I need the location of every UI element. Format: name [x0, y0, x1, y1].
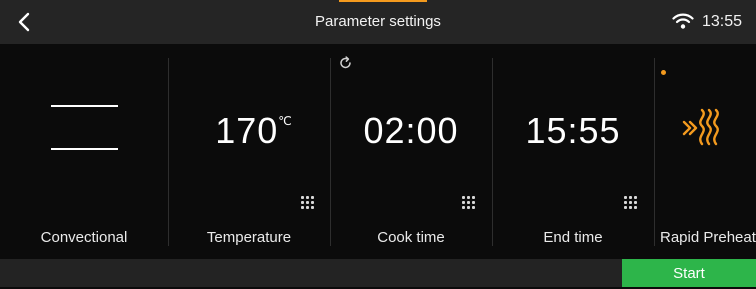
top-accent-line [339, 0, 427, 2]
temperature-value: 170 [215, 110, 279, 151]
cook-time-panel[interactable]: 02:00 Cook time [330, 44, 492, 259]
end-time-label: End time [543, 229, 603, 246]
convection-mode-icon [51, 105, 118, 150]
cook-time-keypad-icon[interactable] [462, 196, 476, 210]
end-time-panel[interactable]: 15:55 End time [492, 44, 654, 259]
rapid-preheat-panel[interactable]: Rapid Preheat [654, 44, 756, 259]
preheat-indicator-dot [661, 70, 666, 75]
mode-label: Convectional [40, 229, 128, 246]
top-bar: Parameter settings 13:55 [0, 0, 756, 44]
temperature-keypad-icon[interactable] [301, 196, 315, 210]
temperature-display: 170℃ [178, 110, 330, 152]
end-time-keypad-icon[interactable] [624, 196, 638, 210]
temperature-unit: ℃ [278, 114, 293, 128]
status-time: 13:55 [702, 13, 743, 30]
parameter-panels: Convectional 170℃ Temperature 02:00 Cook… [0, 44, 756, 259]
start-button[interactable]: Start [622, 259, 756, 287]
temperature-panel[interactable]: 170℃ Temperature [168, 44, 330, 259]
temperature-label: Temperature [206, 229, 292, 246]
rapid-preheat-label: Rapid Preheat [660, 229, 756, 246]
mode-panel[interactable]: Convectional [0, 44, 168, 259]
page-title: Parameter settings [315, 13, 441, 30]
wifi-icon [672, 13, 694, 29]
cook-time-value: 02:00 [363, 110, 459, 151]
reset-icon[interactable] [339, 56, 353, 70]
end-time-value: 15:55 [525, 110, 621, 151]
preheat-heat-icon [682, 108, 719, 146]
cook-time-label: Cook time [377, 229, 445, 246]
